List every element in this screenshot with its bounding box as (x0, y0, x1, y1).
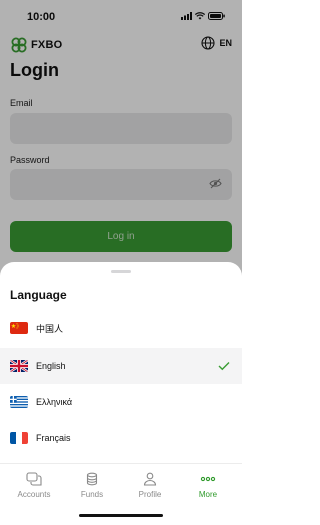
language-option-french[interactable]: Français (0, 420, 242, 456)
more-dots-icon (200, 476, 216, 482)
checkmark-icon (218, 362, 230, 371)
language-option-label: Français (36, 433, 71, 443)
language-option-label: 中国人 (36, 323, 64, 334)
home-indicator[interactable] (79, 514, 163, 517)
greece-flag-icon (10, 396, 28, 408)
language-option-label: English (36, 361, 66, 371)
france-flag-icon (10, 432, 28, 444)
sheet-handle[interactable] (111, 270, 131, 273)
user-icon (143, 472, 157, 486)
tab-label: More (198, 490, 218, 499)
tab-label: Funds (80, 490, 104, 499)
bottom-tab-bar: Accounts Funds Profile More (0, 463, 242, 508)
tab-label: Profile (138, 490, 162, 499)
tab-profile[interactable]: Profile (125, 472, 175, 499)
language-option-chinese[interactable]: 中国人 (0, 310, 242, 346)
language-option-english[interactable]: English (0, 348, 242, 384)
chat-bubbles-icon (26, 472, 42, 486)
coins-stack-icon (86, 472, 98, 486)
tab-accounts[interactable]: Accounts (9, 472, 59, 499)
tab-label: Accounts (17, 490, 51, 499)
cn-flag-icon (10, 322, 28, 334)
sheet-title: Language (10, 288, 67, 302)
language-option-label: Ελληνικά (36, 397, 73, 407)
language-option-greek[interactable]: Ελληνικά (0, 384, 242, 420)
login-screen: 10:00 FXBO EN Login Email Password Log i… (0, 0, 242, 525)
language-sheet: Language 中国人 English Ελληνικά Français A… (0, 262, 242, 525)
tab-funds[interactable]: Funds (67, 472, 117, 499)
uk-flag-icon (10, 360, 28, 372)
tab-more[interactable]: More (183, 472, 233, 499)
